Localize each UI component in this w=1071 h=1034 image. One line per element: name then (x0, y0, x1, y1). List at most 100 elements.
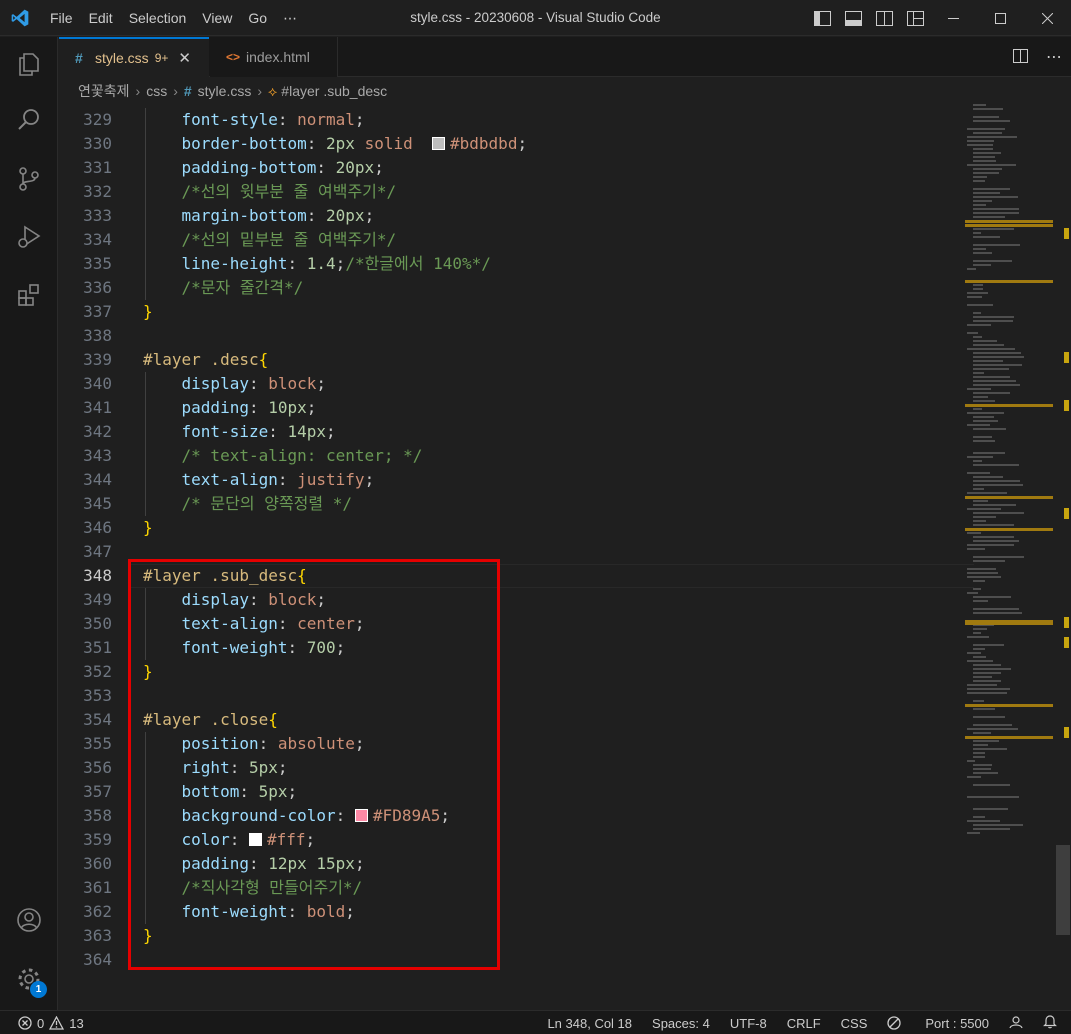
code-line[interactable]: 338 (59, 324, 959, 348)
menu-edit[interactable]: Edit (81, 0, 121, 36)
code-line[interactable]: 333 margin-bottom: 20px; (59, 204, 959, 228)
code-token: bottom (181, 782, 240, 801)
breadcrumb-subfolder[interactable]: css (146, 83, 167, 99)
minimap-line (973, 744, 988, 746)
code-editor[interactable]: 329 font-style: normal; 330 border-bottom… (59, 108, 1071, 1008)
minimap-line (973, 156, 995, 158)
language-mode[interactable]: CSS (841, 1016, 868, 1031)
indentation[interactable]: Spaces: 4 (652, 1016, 710, 1031)
code-content: font-weight: bold; (143, 900, 355, 924)
breadcrumb-folder[interactable]: 연꽃축제 (78, 81, 130, 101)
code-line[interactable]: 335 line-height: 1.4;/*한글에서 140%*/ (59, 252, 959, 276)
code-content: bottom: 5px; (143, 780, 298, 804)
minimap[interactable] (965, 104, 1055, 1008)
color-swatch[interactable] (432, 137, 446, 150)
more-actions-icon[interactable]: ⋯ (1037, 47, 1071, 67)
code-line[interactable]: 342 font-size: 14px; (59, 420, 959, 444)
minimap-line (973, 476, 1003, 478)
run-debug-icon[interactable] (0, 212, 58, 262)
code-line[interactable]: 344 text-align: justify; (59, 468, 959, 492)
code-line[interactable]: 347 (59, 540, 959, 564)
code-line[interactable]: 354 #layer .close{ (59, 708, 959, 732)
code-content: } (143, 516, 153, 540)
extensions-icon[interactable] (0, 270, 58, 320)
code-line[interactable]: 362 font-weight: bold; (59, 900, 959, 924)
live-server-port[interactable]: Port : 5500 (887, 1016, 989, 1031)
minimap-line (973, 716, 1005, 718)
vertical-scrollbar[interactable] (1055, 104, 1071, 1008)
problems-indicator[interactable]: 0 13 (18, 1011, 84, 1034)
code-line[interactable]: 349 display: block; (59, 588, 959, 612)
code-line[interactable]: 364 (59, 948, 959, 972)
breadcrumb-symbol[interactable]: #layer .sub_desc (281, 83, 387, 99)
source-control-icon[interactable] (0, 154, 58, 204)
minimap-highlight (965, 704, 1053, 707)
code-line[interactable]: 352} (59, 660, 959, 684)
toggle-primary-sidebar-icon[interactable] (812, 8, 833, 28)
code-line[interactable]: 340 display: block; (59, 372, 959, 396)
code-line[interactable]: 336 /*문자 줄간격*/ (59, 276, 959, 300)
maximize-button[interactable] (977, 0, 1024, 36)
explorer-icon[interactable] (0, 39, 58, 89)
code-line[interactable]: 343 /* text-align: center; */ (59, 444, 959, 468)
code-line[interactable]: 353 (59, 684, 959, 708)
code-line[interactable]: 337} (59, 300, 959, 324)
code-line[interactable]: 360 padding: 12px 15px; (59, 852, 959, 876)
line-number: 357 (83, 782, 112, 801)
minimap-line (973, 516, 996, 518)
code-line[interactable]: 329 font-style: normal; (59, 108, 959, 132)
line-number: 346 (83, 518, 112, 537)
minimize-button[interactable] (930, 0, 977, 36)
code-line[interactable]: 345 /* 문단의 양쪽정렬 */ (59, 492, 959, 516)
scrollbar-thumb[interactable] (1056, 845, 1070, 935)
feedback-icon[interactable] (1009, 1015, 1023, 1032)
menu-selection[interactable]: Selection (121, 0, 195, 36)
minimap-line (973, 116, 999, 118)
close-window-button[interactable] (1024, 0, 1071, 36)
code-line[interactable]: 334 /*선의 밑부분 줄 여백주기*/ (59, 228, 959, 252)
code-line[interactable]: 363} (59, 924, 959, 948)
code-line[interactable]: 351 font-weight: 700; (59, 636, 959, 660)
minimap-line (973, 428, 1006, 430)
encoding[interactable]: UTF-8 (730, 1016, 767, 1031)
minimap-highlight (965, 528, 1053, 531)
code-line[interactable]: 331 padding-bottom: 20px; (59, 156, 959, 180)
search-icon[interactable] (0, 95, 58, 145)
code-line[interactable]: 350 text-align: center; (59, 612, 959, 636)
menu-view[interactable]: View (194, 0, 240, 36)
color-swatch[interactable] (354, 809, 368, 822)
code-line[interactable]: 359 color: #fff; (59, 828, 959, 852)
accounts-icon[interactable] (0, 895, 58, 945)
code-content: /* 문단의 양쪽정렬 */ (143, 492, 352, 516)
breadcrumb-file[interactable]: style.css (198, 83, 252, 99)
end-of-line[interactable]: CRLF (787, 1016, 821, 1031)
code-line[interactable]: 361 /*직사각형 만들어주기*/ (59, 876, 959, 900)
code-line[interactable]: 341 padding: 10px; (59, 396, 959, 420)
minimap-line (973, 284, 983, 286)
close-tab-icon[interactable]: ✕ (178, 49, 191, 67)
cursor-position[interactable]: Ln 348, Col 18 (547, 1016, 632, 1031)
code-line[interactable]: 357 bottom: 5px; (59, 780, 959, 804)
code-line[interactable]: 348 #layer .sub_desc{ (59, 564, 959, 588)
code-line[interactable]: 339 #layer .desc{ (59, 348, 959, 372)
color-swatch[interactable] (248, 833, 262, 846)
split-editor-icon[interactable] (1003, 48, 1037, 66)
tab-index-html[interactable]: <> index.html (210, 37, 338, 77)
code-line[interactable]: 346} (59, 516, 959, 540)
code-line[interactable]: 356 right: 5px; (59, 756, 959, 780)
code-line[interactable]: 358 background-color: #FD89A5; (59, 804, 959, 828)
toggle-secondary-sidebar-icon[interactable] (874, 8, 895, 28)
code-line[interactable]: 330 border-bottom: 2px solid #bdbdbd; (59, 132, 959, 156)
code-line[interactable]: 332 /*선의 윗부분 줄 여백주기*/ (59, 180, 959, 204)
minimap-line (973, 748, 1007, 750)
menu-file[interactable]: File (42, 0, 81, 36)
menu-go[interactable]: Go (240, 0, 275, 36)
menu-more[interactable]: ⋯ (275, 0, 305, 36)
customize-layout-icon[interactable] (905, 8, 926, 28)
code-line[interactable]: 355 position: absolute; (59, 732, 959, 756)
warning-marker (1064, 508, 1069, 519)
toggle-panel-icon[interactable] (843, 8, 864, 28)
manage-gear-icon[interactable]: 1 (0, 954, 58, 1004)
notifications-bell-icon[interactable] (1043, 1014, 1057, 1032)
tab-style-css[interactable]: # style.css 9+ ✕ (59, 37, 209, 77)
